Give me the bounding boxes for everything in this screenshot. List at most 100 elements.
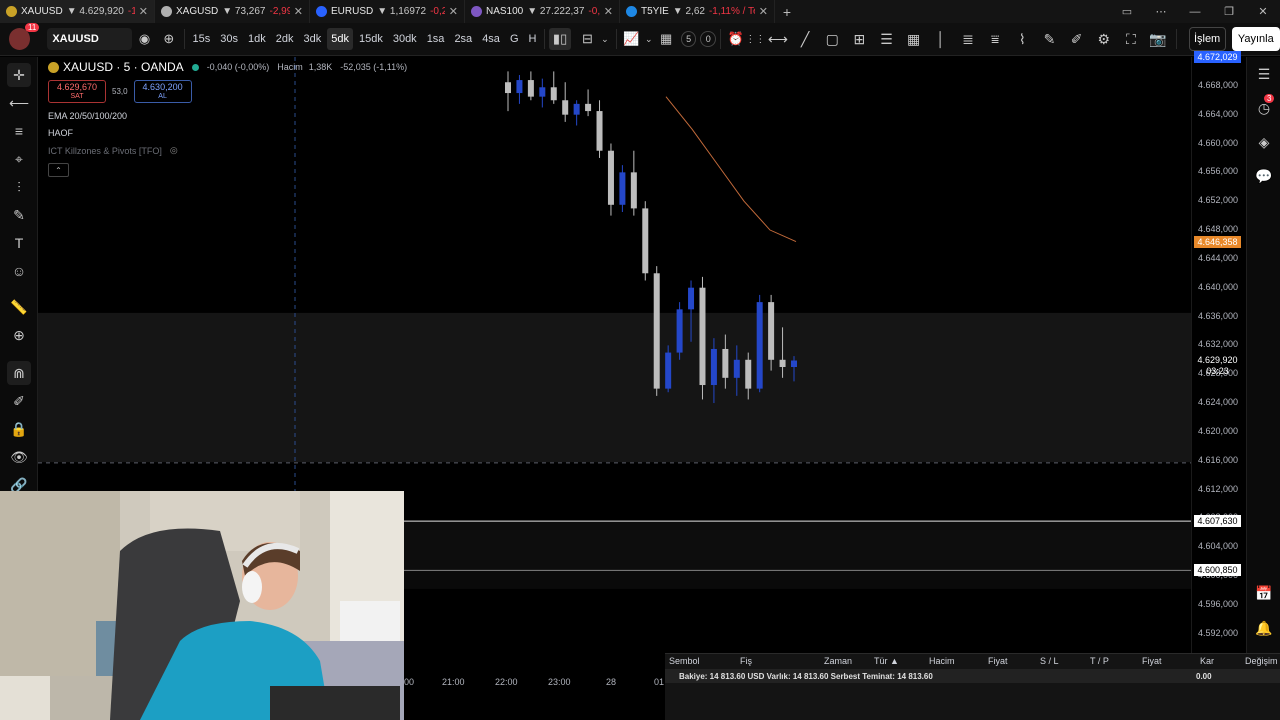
close-icon[interactable]: ✕	[604, 5, 613, 18]
pitchfork-icon[interactable]: ⩸	[982, 28, 1009, 50]
laptop-icon[interactable]: ▭	[1110, 5, 1144, 18]
timeframe-button[interactable]: 1dk	[244, 28, 270, 50]
column-header[interactable]: Sembol	[669, 656, 700, 666]
crosshair-icon[interactable]: ✛	[7, 63, 31, 87]
timeframe-button[interactable]: 2dk	[272, 28, 298, 50]
chevron-down-icon[interactable]: ⌄	[642, 28, 656, 50]
line-price-label-2[interactable]: 4.600,850	[1194, 563, 1241, 576]
timeframe-button[interactable]: H	[525, 28, 541, 50]
trend-line-icon[interactable]: ╱	[791, 28, 818, 50]
column-header[interactable]: Kar	[1200, 656, 1214, 666]
indicator-ict[interactable]: ICT Killzones & Pivots [TFO] ◎	[48, 145, 468, 156]
grid-tool-icon[interactable]: ▦	[900, 28, 927, 50]
column-header[interactable]: Değişim	[1245, 656, 1278, 666]
drag-handle-icon[interactable]: ⋮⋮	[745, 28, 765, 50]
pattern-tool-icon[interactable]: ⌖	[7, 147, 31, 171]
top-price-label[interactable]: 4.672,029	[1194, 50, 1241, 63]
close-icon[interactable]: ✕	[449, 5, 458, 18]
close-icon[interactable]: ✕	[294, 5, 303, 18]
ruler-icon[interactable]: 📏	[7, 295, 31, 319]
indicator-ema[interactable]: EMA 20/50/100/200	[48, 111, 468, 122]
timeframe-button[interactable]: G	[506, 28, 523, 50]
tab-t5yie[interactable]: T5YIE ▼ 2,62 -1,11% / Tek ✕	[620, 0, 775, 23]
position-icon[interactable]: ⊞	[846, 28, 873, 50]
magnet-icon[interactable]: ⋒	[7, 361, 31, 385]
zoom-icon[interactable]: ⊕	[7, 323, 31, 347]
column-header[interactable]: S / L	[1040, 656, 1059, 666]
lock-draw-icon[interactable]: ✐	[7, 389, 31, 413]
fib-icon[interactable]: ☰	[873, 28, 900, 50]
bar-style-icon[interactable]: ⊟	[577, 28, 598, 50]
timeframe-button[interactable]: 30s	[216, 28, 242, 50]
channel-icon[interactable]: ≣	[954, 28, 981, 50]
calendar-icon[interactable]: 📅	[1253, 582, 1275, 604]
replay-counter-a[interactable]: 5	[680, 31, 697, 47]
watchlist-icon[interactable]: ☰	[1253, 63, 1275, 85]
column-header[interactable]: Fiş	[740, 656, 752, 666]
path-icon[interactable]: ⌇	[1009, 28, 1036, 50]
timeframe-button[interactable]: 15s	[188, 28, 214, 50]
line-price-label-1[interactable]: 4.607,630	[1194, 515, 1241, 528]
column-header[interactable]: Hacim	[929, 656, 955, 666]
legend-title[interactable]: XAUUSD · 5 · OANDA	[63, 60, 184, 74]
sell-button[interactable]: 4.629,670 SAT	[48, 80, 106, 103]
emoji-icon[interactable]: ☺	[7, 259, 31, 283]
rectangle-icon[interactable]: ▢	[819, 28, 846, 50]
horizontal-line-icon[interactable]: ⟷	[764, 28, 791, 50]
brush-tool-icon[interactable]: ✎	[7, 203, 31, 227]
timeframe-button[interactable]: 30dk	[389, 28, 421, 50]
layers-icon[interactable]: ◈	[1253, 131, 1275, 153]
timeframe-button[interactable]: 15dk	[355, 28, 387, 50]
ema-price-label[interactable]: 4.646,358	[1194, 235, 1241, 248]
indicator-haof[interactable]: HAOF	[48, 128, 468, 139]
timeframe-button[interactable]: 5dk	[327, 28, 353, 50]
notifications-icon[interactable]: 🔔	[1253, 617, 1275, 639]
avatar[interactable]: 11	[9, 23, 40, 50]
minimize-icon[interactable]: —	[1178, 6, 1212, 18]
candles-icon[interactable]: ▮▯	[549, 28, 571, 50]
column-header[interactable]: Fiyat	[1142, 656, 1162, 666]
tab-eurusd[interactable]: EURUSD ▼ 1,16972 -0,2% / 1 ✕	[310, 0, 465, 23]
more-icon[interactable]: ⋯	[1144, 5, 1178, 18]
brush-icon[interactable]: ✎	[1036, 28, 1063, 50]
camera-icon[interactable]: 📷	[1145, 28, 1172, 50]
fib-tool-icon[interactable]: ≡	[7, 119, 31, 143]
collapse-legend-button[interactable]: ⌃	[48, 163, 69, 177]
close-icon[interactable]: ✕	[759, 5, 768, 18]
column-header[interactable]: T / P	[1090, 656, 1109, 666]
tab-nas100[interactable]: NAS100 ▼ 27.222,37 -0,3% ✕	[465, 0, 620, 23]
timeframe-button[interactable]: 3dk	[299, 28, 325, 50]
alert-icon[interactable]: ⏰	[725, 28, 746, 50]
column-header[interactable]: Fiyat	[988, 656, 1008, 666]
column-header[interactable]: Tür ▲	[874, 656, 899, 666]
pen-icon[interactable]: ✐	[1063, 28, 1090, 50]
new-tab-button[interactable]: +	[775, 0, 799, 23]
settings-icon[interactable]: ⚙	[1090, 28, 1117, 50]
replay-counter-b[interactable]: 0	[700, 31, 717, 47]
trade-button[interactable]: İşlem	[1188, 27, 1226, 51]
forecast-tool-icon[interactable]: ⫶	[7, 175, 31, 199]
add-symbol-icon[interactable]: ⊕	[158, 28, 179, 50]
price-axis[interactable]: 4.668,000 4.664,000 4.660,000 4.656,000 4.65…	[1191, 50, 1246, 677]
visibility-icon[interactable]: 👁	[7, 445, 31, 469]
line-tool-icon[interactable]: ⟵	[7, 91, 31, 115]
timeframe-button[interactable]: 1sa	[423, 28, 449, 50]
text-tool-icon[interactable]: T	[7, 231, 31, 255]
lock-icon[interactable]: 🔒	[7, 417, 31, 441]
chat-icon[interactable]: 💬	[1253, 165, 1275, 187]
timeframe-button[interactable]: 4sa	[478, 28, 504, 50]
chevron-down-icon[interactable]: ⌄	[598, 28, 612, 50]
buy-button[interactable]: 4.630,200 AL	[133, 80, 192, 103]
tab-xagusd[interactable]: XAGUSD ▼ 73,267 -2,99% / 1 ✕	[155, 0, 310, 23]
time-axis[interactable]: 00 21:00 22:00 23:00 28 01	[404, 677, 664, 689]
indicators-icon[interactable]: 📈	[621, 28, 642, 50]
symbol-search-input[interactable]: XAUUSD	[47, 28, 132, 50]
vertical-line-icon[interactable]: │	[927, 28, 954, 50]
tab-xauusd[interactable]: XAUUSD ▼ 4.629,920 -1,11% ✕	[0, 0, 155, 23]
close-window-icon[interactable]: ✕	[1246, 5, 1280, 18]
fullscreen-icon[interactable]: ⛶	[1117, 28, 1144, 50]
timeframe-button[interactable]: 2sa	[450, 28, 476, 50]
restore-icon[interactable]: ❐	[1212, 5, 1246, 18]
publish-button[interactable]: Yayınla	[1231, 27, 1280, 51]
eye-icon[interactable]: ◉	[134, 28, 155, 50]
